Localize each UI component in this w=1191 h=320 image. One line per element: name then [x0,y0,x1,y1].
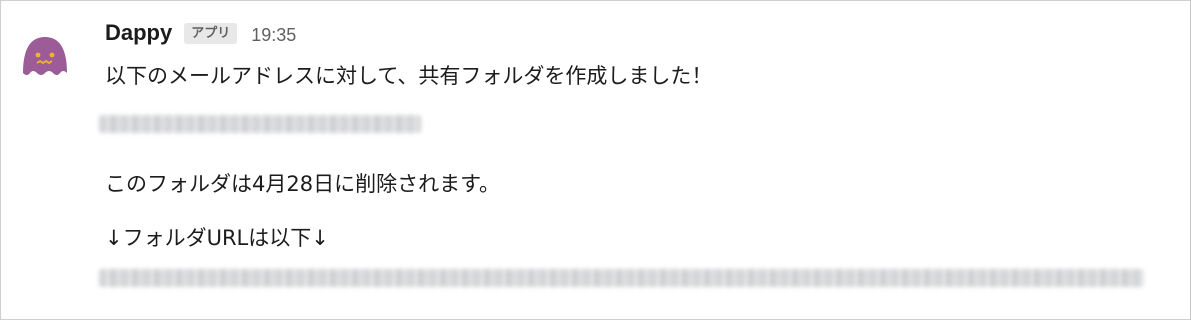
bot-avatar[interactable] [15,23,75,83]
app-badge: アプリ [184,22,238,44]
message-line-deletion-notice: このフォルダは4月28日に削除されます。 [105,172,500,196]
redacted-email-address [99,115,421,133]
message-timestamp[interactable]: 19:35 [251,25,296,46]
message-header: Dappy アプリ 19:35 [105,15,296,51]
message-line-url-heading: ↓フォルダURLは以下↓ [105,226,329,250]
sender-name[interactable]: Dappy [105,20,172,46]
message-line-intro: 以下のメールアドレスに対して、共有フォルダを作成しました！ [105,64,713,88]
redacted-folder-url[interactable] [99,269,1144,287]
message-container: Dappy アプリ 19:35 以下のメールアドレスに対して、共有フォルダを作成… [0,0,1191,320]
purple-ghost-bot-icon [23,37,67,75]
